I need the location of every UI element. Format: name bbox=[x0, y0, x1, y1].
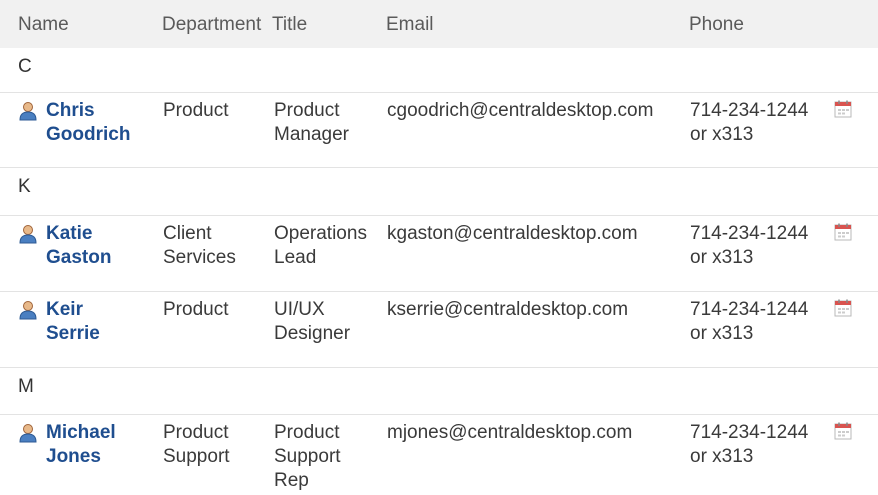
calendar-icon[interactable] bbox=[834, 299, 852, 317]
table-header: Name Department Title Email Phone bbox=[0, 0, 878, 48]
phone-number: 714-234-1244 or x313 bbox=[690, 299, 809, 344]
group-letter: C bbox=[18, 56, 32, 77]
contact-name-link[interactable]: Chris Goodrich bbox=[46, 99, 130, 147]
email-address[interactable]: kserrie@centraldesktop.com bbox=[387, 298, 628, 322]
job-title: Product Manager bbox=[274, 100, 349, 145]
job-title: Operations Lead bbox=[274, 223, 367, 268]
calendar-icon[interactable] bbox=[834, 422, 852, 440]
department: Product Support bbox=[163, 422, 230, 467]
job-title: UI/UX Designer bbox=[274, 299, 351, 344]
table-row: Michael Jones Product Support Product Su… bbox=[0, 415, 878, 495]
directory-table: Name Department Title Email Phone C Chri… bbox=[0, 0, 878, 495]
calendar-icon[interactable] bbox=[834, 100, 852, 118]
column-header-name[interactable]: Name bbox=[18, 14, 69, 36]
email-address[interactable]: cgoodrich@centraldesktop.com bbox=[387, 99, 653, 123]
job-title: Product Support Rep bbox=[274, 422, 341, 491]
column-header-title[interactable]: Title bbox=[272, 14, 307, 36]
phone-number: 714-234-1244 or x313 bbox=[690, 100, 809, 145]
table-row: Chris Goodrich Product Product Manager c… bbox=[0, 93, 878, 168]
person-icon bbox=[19, 102, 37, 121]
group-header-m: M bbox=[0, 368, 878, 415]
table-row: Katie Gaston Client Services Operations … bbox=[0, 216, 878, 292]
email-address[interactable]: mjones@centraldesktop.com bbox=[387, 421, 632, 445]
department: Client Services bbox=[163, 223, 236, 268]
department: Product bbox=[163, 100, 229, 121]
contact-name-link[interactable]: Michael Jones bbox=[46, 421, 116, 469]
table-row: Keir Serrie Product UI/UX Designer kserr… bbox=[0, 292, 878, 368]
contact-name-link[interactable]: Katie Gaston bbox=[46, 222, 111, 270]
calendar-icon[interactable] bbox=[834, 223, 852, 241]
department: Product bbox=[163, 299, 229, 320]
column-header-phone[interactable]: Phone bbox=[689, 14, 744, 36]
person-icon bbox=[19, 424, 37, 443]
person-icon bbox=[19, 301, 37, 320]
phone-number: 714-234-1244 or x313 bbox=[690, 223, 809, 268]
phone-number: 714-234-1244 or x313 bbox=[690, 422, 809, 467]
group-letter: M bbox=[18, 376, 34, 397]
column-header-department[interactable]: Department bbox=[162, 14, 261, 36]
group-letter: K bbox=[18, 176, 31, 197]
group-header-k: K bbox=[0, 168, 878, 216]
group-header-c: C bbox=[0, 48, 878, 93]
person-icon bbox=[19, 225, 37, 244]
column-header-email[interactable]: Email bbox=[386, 14, 434, 36]
email-address[interactable]: kgaston@centraldesktop.com bbox=[387, 222, 638, 246]
contact-name-link[interactable]: Keir Serrie bbox=[46, 298, 100, 346]
